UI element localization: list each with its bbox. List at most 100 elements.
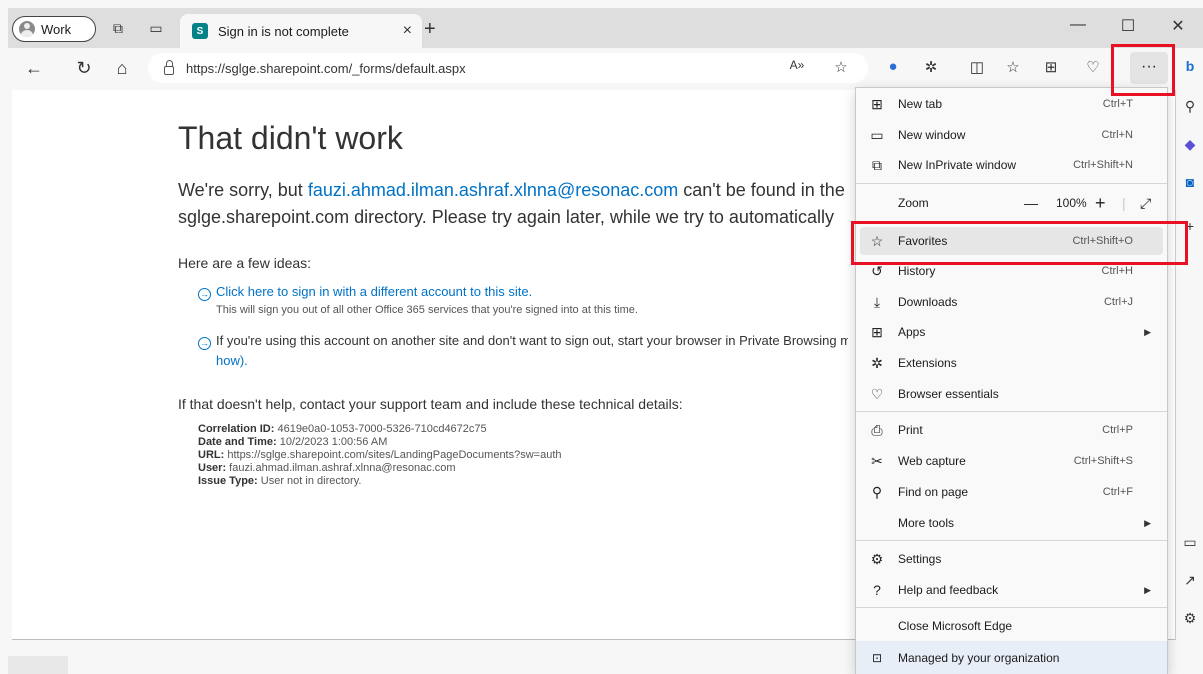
menu-label: Help and feedback (898, 583, 999, 597)
chevron-right-icon: ▶ (1144, 584, 1151, 595)
menu-item-downloads[interactable]: ⤓ Downloads Ctrl+J (860, 288, 1163, 316)
menu-shortcut: Ctrl+N (1101, 129, 1133, 141)
idea-1-subtext: This will sign you out of all other Offi… (216, 304, 638, 316)
shopping-icon[interactable]: ◆ (1180, 136, 1200, 156)
sidebar-settings-icon[interactable]: ⚙ (1180, 610, 1200, 630)
outlook-icon[interactable]: ◙ (1180, 174, 1200, 194)
print-icon: ⎙ (871, 421, 883, 438)
menu-shortcut: Ctrl+F (1102, 486, 1133, 498)
detail-row: Date and Time: 10/2/2023 1:00:56 AM (198, 436, 388, 448)
menu-item-close-edge[interactable]: Close Microsoft Edge (860, 612, 1163, 640)
menu-item-find-on-page[interactable]: ⚲ Find on page Ctrl+F (860, 478, 1163, 506)
minimize-button[interactable]: — (1063, 16, 1093, 34)
zoom-level: 100% (1056, 196, 1087, 210)
detail-row: Correlation ID: 4619e0a0-1053-7000-5326-… (198, 423, 487, 435)
menu-item-browser-essentials[interactable]: ♡ Browser essentials (860, 380, 1163, 408)
menu-label: New InPrivate window (898, 158, 1017, 172)
menu-item-zoom: Zoom — 100% + | ⤢ (860, 189, 1163, 217)
menu-label: Print (898, 423, 923, 437)
tab-sign-in[interactable]: S Sign in is not complete × (180, 14, 422, 48)
menu-label: New tab (898, 97, 943, 111)
menu-shortcut: Ctrl+Shift+N (1073, 159, 1133, 171)
technical-details: Correlation ID: 4619e0a0-1053-7000-5326-… (198, 423, 562, 488)
refresh-icon[interactable]: ↻ (72, 58, 96, 79)
arrow-circle-icon: → (198, 337, 211, 350)
briefcase-icon: ⊡ (871, 650, 883, 665)
menu-item-new-inprivate-window[interactable]: ⧉ New InPrivate window Ctrl+Shift+N (860, 151, 1163, 179)
detail-row: Issue Type: User not in directory. (198, 475, 362, 487)
menu-label: Web capture (898, 454, 966, 468)
title-bar: Work ⧉ ▭ S Sign in is not complete × + —… (8, 8, 1203, 48)
heart-pulse-icon: ♡ (870, 385, 884, 402)
menu-label: Downloads (898, 295, 958, 309)
read-aloud-icon[interactable]: A» (786, 58, 808, 78)
chevron-right-icon: ▶ (1144, 517, 1151, 528)
managed-by-org[interactable]: ⊡ Managed by your organization (856, 641, 1167, 674)
heart-pulse-icon[interactable]: ♡ (1082, 58, 1104, 78)
apps-icon: ⊞ (871, 323, 883, 340)
shield-icon[interactable]: ● (882, 58, 904, 78)
url-text: https://sglge.sharepoint.com/_forms/defa… (186, 60, 466, 76)
download-icon: ⤓ (873, 293, 881, 310)
menu-label: History (898, 264, 936, 278)
history-icon: ↺ (871, 262, 883, 279)
profile-button[interactable]: Work (12, 16, 96, 42)
page-title: That didn't work (178, 120, 403, 156)
menu-item-more-tools[interactable]: More tools ▶ (860, 509, 1163, 537)
collections-icon[interactable]: ⊞ (1040, 58, 1062, 78)
ideas-heading: Here are a few ideas: (178, 255, 312, 271)
settings-menu: ⊞ New tab Ctrl+T ▭ New window Ctrl+N ⧉ N… (855, 87, 1168, 674)
menu-item-apps[interactable]: ⊞ Apps ▶ (860, 318, 1163, 346)
menu-divider (856, 607, 1167, 608)
maximize-button[interactable]: ☐ (1113, 16, 1143, 36)
highlight-favorites (851, 221, 1188, 265)
back-icon[interactable]: ← (22, 58, 46, 79)
help-text: If that doesn't help, contact your suppo… (178, 396, 683, 412)
menu-label: Close Microsoft Edge (898, 619, 1013, 633)
search-icon[interactable]: ⚲ (1180, 98, 1200, 118)
menu-item-new-window[interactable]: ▭ New window Ctrl+N (860, 121, 1163, 149)
web-capture-icon: ✂ (871, 452, 883, 469)
menu-item-extensions[interactable]: ✲ Extensions (860, 349, 1163, 377)
sign-in-different-account-link[interactable]: Click here to sign in with a different a… (216, 284, 532, 299)
detail-row: User: fauzi.ahmad.ilman.ashraf.xlnna@res… (198, 462, 456, 474)
close-window-button[interactable]: ✕ (1163, 16, 1193, 36)
sharepoint-icon: S (192, 23, 208, 39)
menu-divider (856, 183, 1167, 184)
arrow-circle-icon: → (198, 288, 211, 301)
help-icon: ? (873, 582, 881, 598)
tab-title: Sign in is not complete (218, 23, 349, 39)
zoom-in-button[interactable]: + (1095, 193, 1106, 214)
extensions-icon[interactable]: ✲ (920, 58, 942, 78)
favorites-icon[interactable]: ☆ (1002, 58, 1024, 78)
private-browsing-how-link[interactable]: how). (216, 353, 248, 368)
address-bar[interactable]: https://sglge.sharepoint.com/_forms/defa… (148, 53, 868, 83)
new-tab-icon: ⊞ (871, 95, 883, 112)
highlight-more-button (1111, 44, 1175, 96)
external-link-icon[interactable]: ↗ (1180, 572, 1200, 592)
email-link[interactable]: fauzi.ahmad.ilman.ashraf.xlnna@resonac.c… (308, 180, 678, 200)
menu-item-print[interactable]: ⎙ Print Ctrl+P (860, 416, 1163, 444)
bing-copilot-icon[interactable]: b (1180, 58, 1200, 78)
close-tab-icon[interactable]: × (403, 22, 412, 40)
address-toolbar: ← ↻ ⌂ https://sglge.sharepoint.com/_form… (8, 48, 1203, 88)
idea-2: → If you're using this account on another… (198, 333, 848, 368)
split-screen-icon[interactable]: ◫ (966, 58, 988, 78)
menu-label: Extensions (898, 356, 957, 370)
zoom-out-button[interactable]: — (1024, 195, 1038, 211)
tab-actions-icon[interactable]: ▭ (146, 18, 166, 38)
favorite-star-icon[interactable]: ☆ (830, 58, 852, 78)
lock-icon[interactable] (164, 59, 174, 75)
find-icon: ⚲ (871, 483, 883, 500)
detail-row: URL: https://sglge.sharepoint.com/sites/… (198, 449, 562, 461)
menu-label: Browser essentials (898, 387, 999, 401)
fullscreen-icon[interactable]: ⤢ (1140, 195, 1151, 212)
new-tab-button[interactable]: + (424, 18, 436, 41)
home-icon[interactable]: ⌂ (110, 58, 134, 79)
menu-item-help-feedback[interactable]: ? Help and feedback ▶ (860, 576, 1163, 604)
menu-shortcut: Ctrl+H (1101, 265, 1133, 277)
hide-sidebar-icon[interactable]: ▭ (1180, 534, 1200, 554)
workspaces-icon[interactable]: ⧉ (108, 18, 128, 38)
menu-item-web-capture[interactable]: ✂ Web capture Ctrl+Shift+S (860, 447, 1163, 475)
menu-item-settings[interactable]: ⚙ Settings (860, 545, 1163, 573)
